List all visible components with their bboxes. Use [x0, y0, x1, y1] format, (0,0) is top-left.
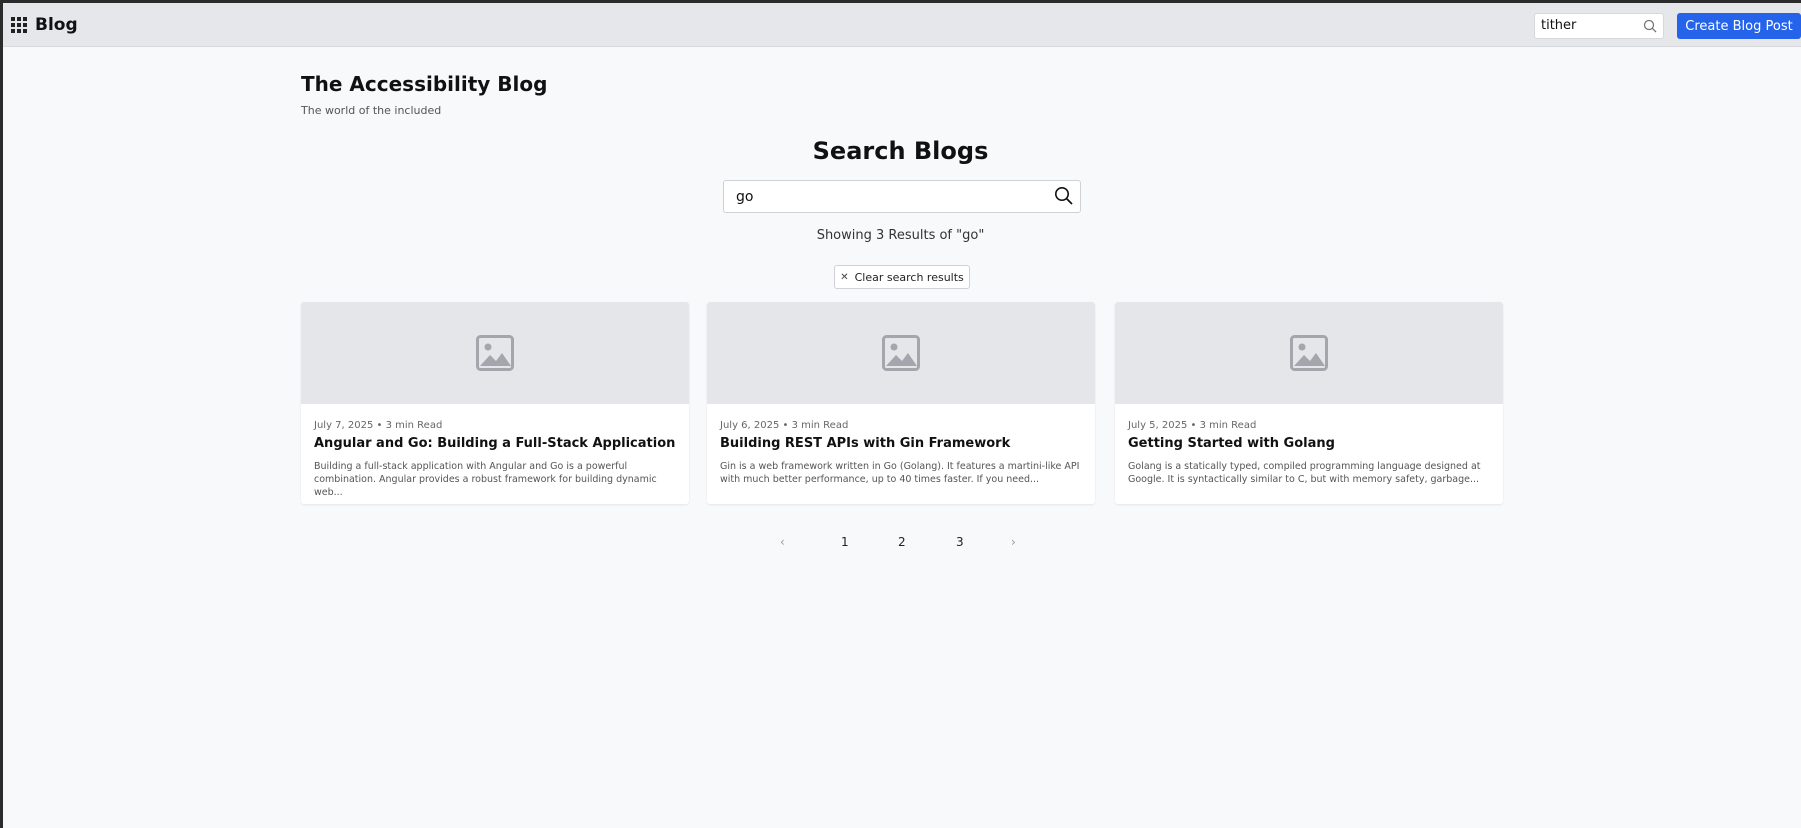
blog-card[interactable]: July 7, 2025 • 3 min Read Angular and Go… [301, 302, 689, 504]
pagination-page-2[interactable]: 2 [898, 535, 906, 549]
clear-search-label: Clear search results [854, 270, 964, 284]
create-blog-post-button[interactable]: Create Blog Post [1677, 13, 1801, 39]
card-meta: July 6, 2025 • 3 min Read [720, 420, 849, 431]
top-navbar: Blog Create Blog Post [3, 3, 1801, 47]
brand-link[interactable]: Blog [35, 15, 78, 35]
card-thumbnail [301, 302, 689, 404]
search-icon[interactable] [1643, 19, 1657, 33]
pagination-prev[interactable]: ‹ [780, 535, 785, 549]
window-left-edge [0, 0, 3, 828]
image-placeholder-icon [882, 335, 920, 371]
card-meta: July 5, 2025 • 3 min Read [1128, 420, 1257, 431]
card-title[interactable]: Building REST APIs with Gin Framework [720, 436, 1010, 451]
image-placeholder-icon [1290, 335, 1328, 371]
pagination-next[interactable]: › [1011, 535, 1016, 549]
blog-title: The Accessibility Blog [301, 72, 548, 96]
main-search-box [723, 180, 1081, 213]
image-placeholder-icon [476, 335, 514, 371]
page-title: Search Blogs [812, 137, 989, 165]
pagination-page-1[interactable]: 1 [841, 535, 849, 549]
card-title[interactable]: Angular and Go: Building a Full-Stack Ap… [314, 436, 675, 451]
card-thumbnail [707, 302, 1095, 404]
card-title[interactable]: Getting Started with Golang [1128, 436, 1335, 451]
card-thumbnail [1115, 302, 1503, 404]
header-search-input[interactable] [1541, 18, 1641, 33]
search-icon[interactable] [1054, 186, 1074, 206]
apps-grid-icon[interactable] [11, 17, 27, 33]
blog-subtitle: The world of the included [301, 104, 442, 117]
card-excerpt: Building a full-stack application with A… [314, 461, 657, 498]
card-excerpt: Golang is a statically typed, compiled p… [1128, 461, 1481, 485]
card-meta: July 7, 2025 • 3 min Read [314, 420, 443, 431]
results-count-text: Showing 3 Results of "go" [816, 228, 985, 243]
pagination-page-3[interactable]: 3 [956, 535, 964, 549]
clear-search-button[interactable]: ✕ Clear search results [834, 265, 970, 289]
header-search-box [1534, 13, 1664, 39]
search-input[interactable] [736, 189, 1036, 205]
blog-card[interactable]: July 5, 2025 • 3 min Read Getting Starte… [1115, 302, 1503, 504]
blog-card[interactable]: July 6, 2025 • 3 min Read Building REST … [707, 302, 1095, 504]
close-icon: ✕ [840, 271, 849, 283]
card-excerpt: Gin is a web framework written in Go (Go… [720, 461, 1080, 485]
